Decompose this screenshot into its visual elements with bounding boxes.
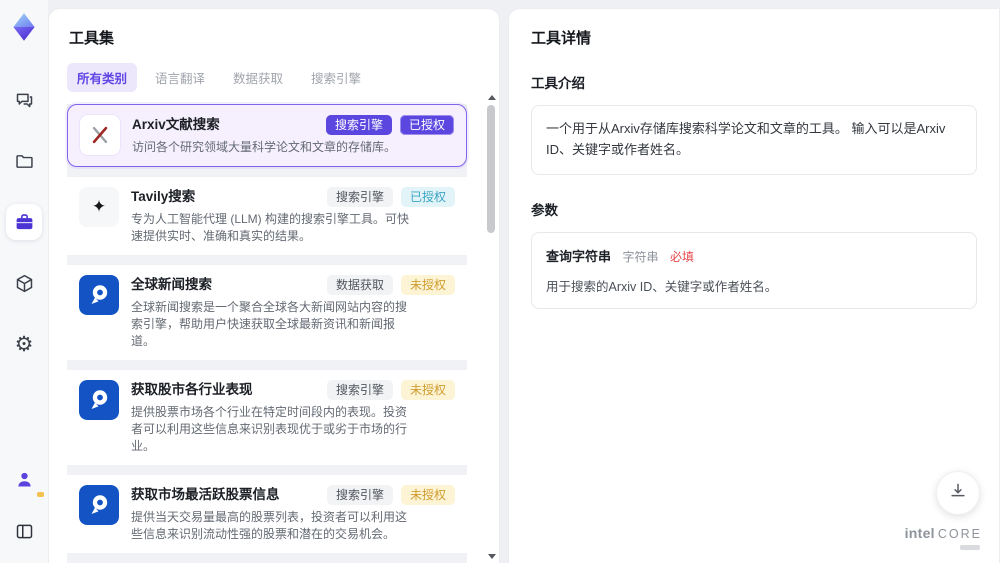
user-status-dot — [37, 492, 44, 497]
category-badge: 搜索引擎 — [325, 115, 392, 135]
tool-title: Tavily搜索 — [131, 189, 196, 204]
category-tabs: 所有类别 语言翻译 数据获取 搜索引擎 — [67, 63, 481, 92]
tool-badges: 搜索引擎 已授权 — [325, 115, 454, 135]
tool-card-0[interactable]: Arxiv文献搜索 搜索引擎 已授权 访问各个研究领域大量科学论文和文章的存储库。 — [67, 104, 467, 167]
tool-desc: 提供股票市场各个行业在特定时间段内的表现。投资者可以利用这些信息来识别表现优于或… — [131, 405, 408, 453]
param-box: 查询字符串 字符串 必填 用于搜索的Arxiv ID、关键字或作者姓名。 — [531, 231, 977, 309]
blue-search-icon — [79, 380, 119, 420]
param-type: 字符串 — [622, 249, 659, 264]
scrollbar-thumb[interactable] — [487, 105, 495, 233]
tool-main: Tavily搜索 搜索引擎 已授权专为人工智能代理 (LLM) 构建的搜索引擎工具。… — [131, 187, 455, 245]
core-brand-text: core — [937, 527, 982, 541]
tool-desc: 提供当天交易量最高的股票列表，投资者可以利用这些信息来识别流动性强的股票和潜在的… — [131, 510, 408, 541]
download-icon — [948, 481, 968, 506]
intel-core-logo: intel core — [905, 526, 982, 550]
tool-title: 获取市场最活跃股票信息 — [131, 487, 280, 502]
tool-main: 获取市场最活跃股票信息 搜索引擎 未授权提供当天交易量最高的股票列表，投资者可以利用… — [131, 485, 455, 543]
sidebar-item-chat[interactable] — [6, 82, 42, 118]
intro-box: 一个用于从Arxiv存储库搜索科学论文和文章的工具。 输入可以是Arxiv ID… — [531, 105, 977, 175]
sidebar-item-toolset[interactable] — [6, 204, 42, 240]
tool-title: 获取股市各行业表现 — [131, 382, 253, 397]
icon-sidebar: ⚙ — [0, 0, 48, 563]
toolset-title: 工具集 — [69, 30, 115, 47]
tool-title: Arxiv文献搜索 — [132, 117, 220, 132]
tool-desc: 全球新闻搜索是一个聚合全球各大新闻网站内容的搜索引擎，帮助用户快速获取全球最新资… — [131, 300, 408, 348]
tool-card-2[interactable]: 全球新闻搜索 数据获取 未授权全球新闻搜索是一个聚合全球各大新闻网站内容的搜索引擎，… — [67, 265, 467, 360]
tool-title: 全球新闻搜索 — [131, 277, 212, 292]
params-heading: 参数 — [531, 202, 558, 218]
tool-badges: 数据获取 未授权 — [326, 275, 455, 295]
cube-icon — [14, 273, 35, 294]
arxiv-logo-icon — [80, 115, 120, 155]
tool-card-3[interactable]: 获取股市各行业表现 搜索引擎 未授权提供股票市场各个行业在特定时间段内的表现。投资者… — [67, 370, 467, 465]
tab-1[interactable]: 语言翻译 — [145, 63, 215, 92]
scrollbar-up-arrow[interactable] — [488, 95, 496, 100]
authorized-badge[interactable]: 已授权 — [399, 115, 454, 135]
app-window: ⚙ 工具集 所有类别 语言翻译 数据获取 搜索引擎 Arxiv文献搜索 搜索引擎… — [0, 0, 1000, 563]
scrollbar-down-arrow[interactable] — [488, 554, 496, 559]
param-required-badge: 必填 — [669, 249, 694, 264]
detail-title: 工具详情 — [531, 30, 592, 47]
intel-brand-text: intel — [904, 525, 935, 541]
tool-badges: 搜索引擎 未授权 — [326, 380, 455, 400]
sidebar-item-plugins[interactable] — [6, 265, 42, 301]
authorized-badge[interactable]: 已授权 — [400, 187, 455, 207]
category-badge: 搜索引擎 — [326, 187, 393, 207]
sidebar-item-account[interactable] — [6, 461, 44, 497]
blue-search-icon — [79, 485, 119, 525]
tab-0[interactable]: 所有类别 — [67, 63, 138, 92]
tool-desc: 访问各个研究领域大量科学论文和文章的存储库。 — [132, 140, 397, 154]
category-badge: 数据获取 — [326, 275, 393, 295]
tool-detail-panel: 工具详情 工具介绍 一个用于从Arxiv存储库搜索科学论文和文章的工具。 输入可… — [508, 8, 1000, 563]
category-badge: 搜索引擎 — [326, 380, 393, 400]
sidebar-bottom — [6, 461, 44, 549]
chat-icon — [14, 90, 35, 111]
sidebar-item-settings[interactable]: ⚙ — [6, 326, 42, 362]
toolset-panel: 工具集 所有类别 语言翻译 数据获取 搜索引擎 Arxiv文献搜索 搜索引擎 已授权 访问各… — [48, 8, 500, 563]
tool-card-1[interactable]: ✦ Tavily搜索 搜索引擎 已授权专为人工智能代理 (LLM) 构建的搜索引擎工具… — [67, 177, 467, 255]
tool-badges: 搜索引擎 未授权 — [326, 485, 455, 505]
intro-text: 一个用于从Arxiv存储库搜索科学论文和文章的工具。 输入可以是Arxiv ID… — [546, 121, 946, 157]
tool-desc: 专为人工智能代理 (LLM) 构建的搜索引擎工具。可快速提供实时、准确和真实的结… — [131, 212, 410, 243]
unauthorized-badge[interactable]: 未授权 — [400, 485, 455, 505]
tab-3[interactable]: 搜索引擎 — [301, 63, 371, 92]
tool-list: Arxiv文献搜索 搜索引擎 已授权 访问各个研究领域大量科学论文和文章的存储库。 ✦ T… — [67, 104, 467, 563]
param-desc: 用于搜索的Arxiv ID、关键字或作者姓名。 — [546, 279, 778, 294]
unauthorized-badge[interactable]: 未授权 — [400, 275, 455, 295]
intro-heading: 工具介绍 — [531, 76, 585, 91]
gear-icon: ⚙ — [14, 331, 34, 356]
category-badge: 搜索引擎 — [326, 485, 393, 505]
tool-main: 全球新闻搜索 数据获取 未授权全球新闻搜索是一个聚合全球各大新闻网站内容的搜索引擎，… — [131, 275, 455, 350]
tool-badges: 搜索引擎 已授权 — [326, 187, 455, 207]
sparkle-icon: ✦ — [79, 187, 119, 227]
sidebar-item-files[interactable] — [6, 143, 42, 179]
download-button[interactable] — [936, 471, 980, 515]
sidebar-item-collapse[interactable] — [6, 513, 42, 549]
tool-main: 获取股市各行业表现 搜索引擎 未授权提供股票市场各个行业在特定时间段内的表现。投资者… — [131, 380, 455, 455]
folder-icon — [14, 151, 35, 172]
app-logo-gem-icon[interactable] — [9, 12, 39, 42]
unauthorized-badge[interactable]: 未授权 — [400, 380, 455, 400]
user-icon — [14, 469, 35, 490]
tool-card-4[interactable]: 获取市场最活跃股票信息 搜索引擎 未授权提供当天交易量最高的股票列表，投资者可以利用… — [67, 475, 467, 553]
intel-core-badge — [960, 545, 980, 550]
param-header: 查询字符串 字符串 必填 — [546, 246, 962, 266]
tab-2[interactable]: 数据获取 — [223, 63, 293, 92]
list-scrollbar[interactable] — [486, 95, 496, 559]
briefcase-icon — [14, 212, 35, 233]
sidebar-nav: ⚙ — [6, 82, 42, 362]
panel-toggle-icon — [14, 521, 35, 542]
param-name: 查询字符串 — [546, 248, 612, 264]
blue-search-icon — [79, 275, 119, 315]
tool-main: Arxiv文献搜索 搜索引擎 已授权 访问各个研究领域大量科学论文和文章的存储库。 — [132, 115, 454, 156]
